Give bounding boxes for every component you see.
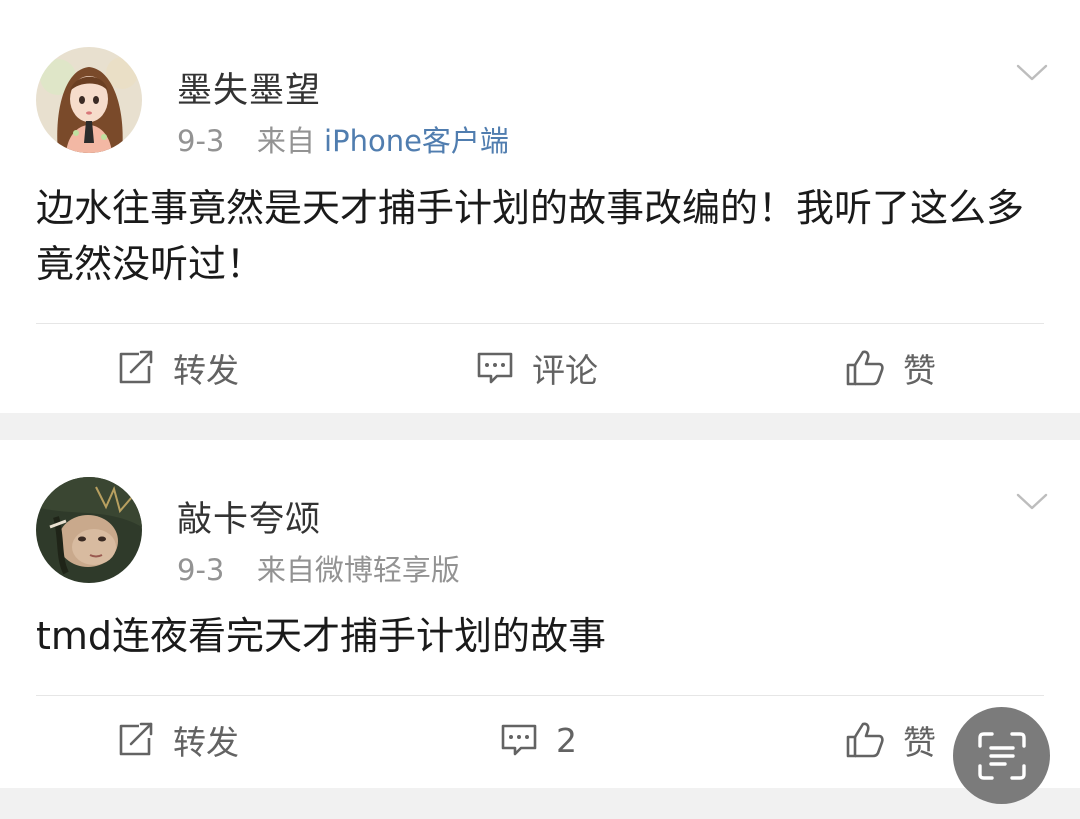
like-label: 赞 <box>903 351 936 390</box>
repost-label: 转发 <box>173 723 239 762</box>
post-meta: 9-3 来自微博轻享版 <box>177 547 460 589</box>
username[interactable]: 敲卡夸颂 <box>177 491 321 542</box>
thumbs-up-icon <box>846 350 884 386</box>
like-button[interactable]: 赞 <box>845 717 936 763</box>
username[interactable]: 墨失墨望 <box>177 62 321 113</box>
post-text: tmd连夜看完天才捕手计划的故事 <box>36 614 607 658</box>
source-prefix: 来自 <box>256 553 315 587</box>
repost-button[interactable]: 转发 <box>117 717 239 763</box>
repost-button[interactable]: 转发 <box>117 345 239 391</box>
source-name: 微博轻享版 <box>314 553 460 587</box>
avatar-girl-illustration-icon <box>36 47 142 153</box>
post-card: 墨失墨望 9-3 来自 iPhone客户端 边水往事竟然是天才捕手计划的故事改编… <box>0 0 1080 413</box>
post-date: 9-3 <box>177 553 225 587</box>
comment-button[interactable]: 2 <box>500 717 577 763</box>
divider <box>36 323 1044 324</box>
like-label: 赞 <box>903 723 936 762</box>
post-card: 敲卡夸颂 9-3 来自微博轻享版 tmd连夜看完天才捕手计划的故事 转发 2 赞 <box>0 440 1080 788</box>
scan-text-icon <box>977 731 1026 780</box>
comment-label: 评论 <box>532 351 598 390</box>
thumbs-up-icon <box>846 722 884 758</box>
post-date: 9-3 <box>177 124 225 158</box>
comment-button[interactable]: 评论 <box>476 345 598 391</box>
chevron-down-icon[interactable] <box>1016 63 1048 83</box>
divider <box>36 695 1044 696</box>
repost-icon <box>119 722 153 756</box>
repost-label: 转发 <box>173 351 239 390</box>
like-button[interactable]: 赞 <box>845 345 936 391</box>
comment-count: 2 <box>556 720 577 760</box>
source-link[interactable]: iPhone客户端 <box>324 124 509 158</box>
avatar[interactable] <box>36 47 142 153</box>
post-meta: 9-3 来自 iPhone客户端 <box>177 118 509 160</box>
source-prefix: 来自 <box>256 124 315 158</box>
chevron-down-icon[interactable] <box>1016 492 1048 512</box>
comment-icon <box>477 352 513 384</box>
scan-text-button[interactable] <box>953 707 1050 804</box>
post-text: 边水往事竟然是天才捕手计划的故事改编的！我听了这么多竟然没听过！ <box>36 186 1025 286</box>
repost-icon <box>119 350 153 384</box>
avatar[interactable] <box>36 477 142 583</box>
comment-icon <box>501 724 537 756</box>
avatar-photo-icon <box>36 477 142 583</box>
